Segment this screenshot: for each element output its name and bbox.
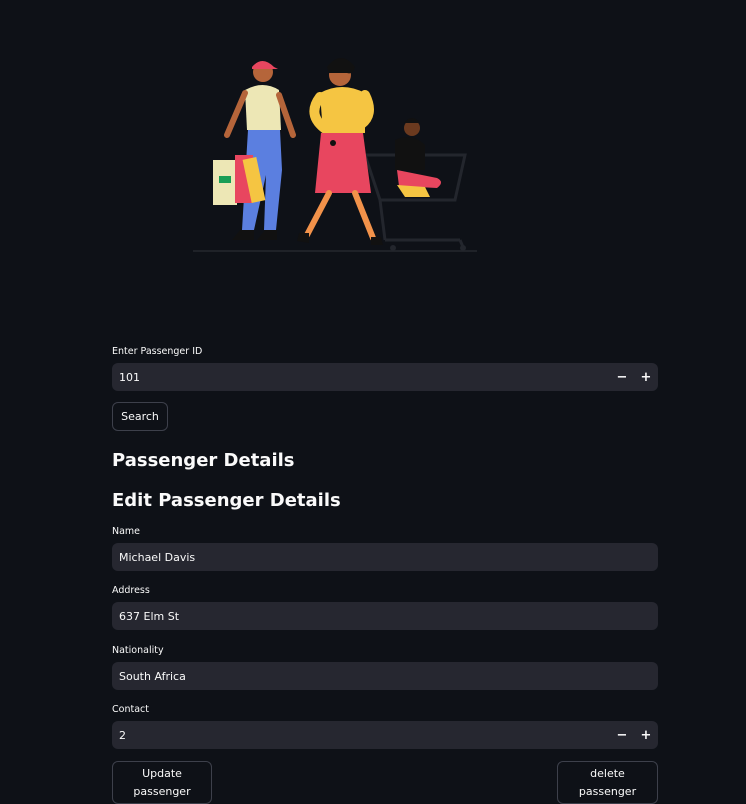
contact-label: Contact: [112, 704, 149, 715]
contact-input[interactable]: 2 − +: [112, 721, 658, 749]
name-input[interactable]: Michael Davis: [112, 543, 658, 571]
search-button[interactable]: Search: [112, 402, 168, 431]
passenger-details-heading: Passenger Details: [112, 450, 295, 471]
nationality-input[interactable]: South Africa: [112, 662, 658, 690]
name-value[interactable]: Michael Davis: [112, 551, 658, 564]
address-input[interactable]: 637 Elm St: [112, 602, 658, 630]
contact-value[interactable]: 2: [112, 729, 610, 742]
nationality-label: Nationality: [112, 645, 164, 656]
increment-button[interactable]: +: [634, 363, 658, 391]
shopping-family-illustration: [193, 58, 477, 252]
delete-button-line2: passenger: [578, 784, 637, 798]
nationality-value[interactable]: South Africa: [112, 670, 658, 683]
decrement-button[interactable]: −: [610, 721, 634, 749]
delete-passenger-button[interactable]: delete passenger: [557, 761, 658, 804]
passenger-id-stepper: − +: [610, 363, 658, 391]
passenger-id-input[interactable]: 101 − +: [112, 363, 658, 391]
decrement-button[interactable]: −: [610, 363, 634, 391]
passenger-id-label: Enter Passenger ID: [112, 346, 203, 357]
increment-button[interactable]: +: [634, 721, 658, 749]
edit-passenger-details-heading: Edit Passenger Details: [112, 490, 341, 511]
passenger-id-value[interactable]: 101: [112, 371, 610, 384]
address-label: Address: [112, 585, 150, 596]
contact-stepper: − +: [610, 721, 658, 749]
address-value[interactable]: 637 Elm St: [112, 610, 658, 623]
name-label: Name: [112, 526, 141, 537]
update-button-line2: passenger: [133, 784, 191, 798]
update-passenger-button[interactable]: Update passenger: [112, 761, 212, 804]
update-button-line1: Update: [142, 766, 182, 780]
delete-button-line1: delete: [590, 766, 625, 780]
